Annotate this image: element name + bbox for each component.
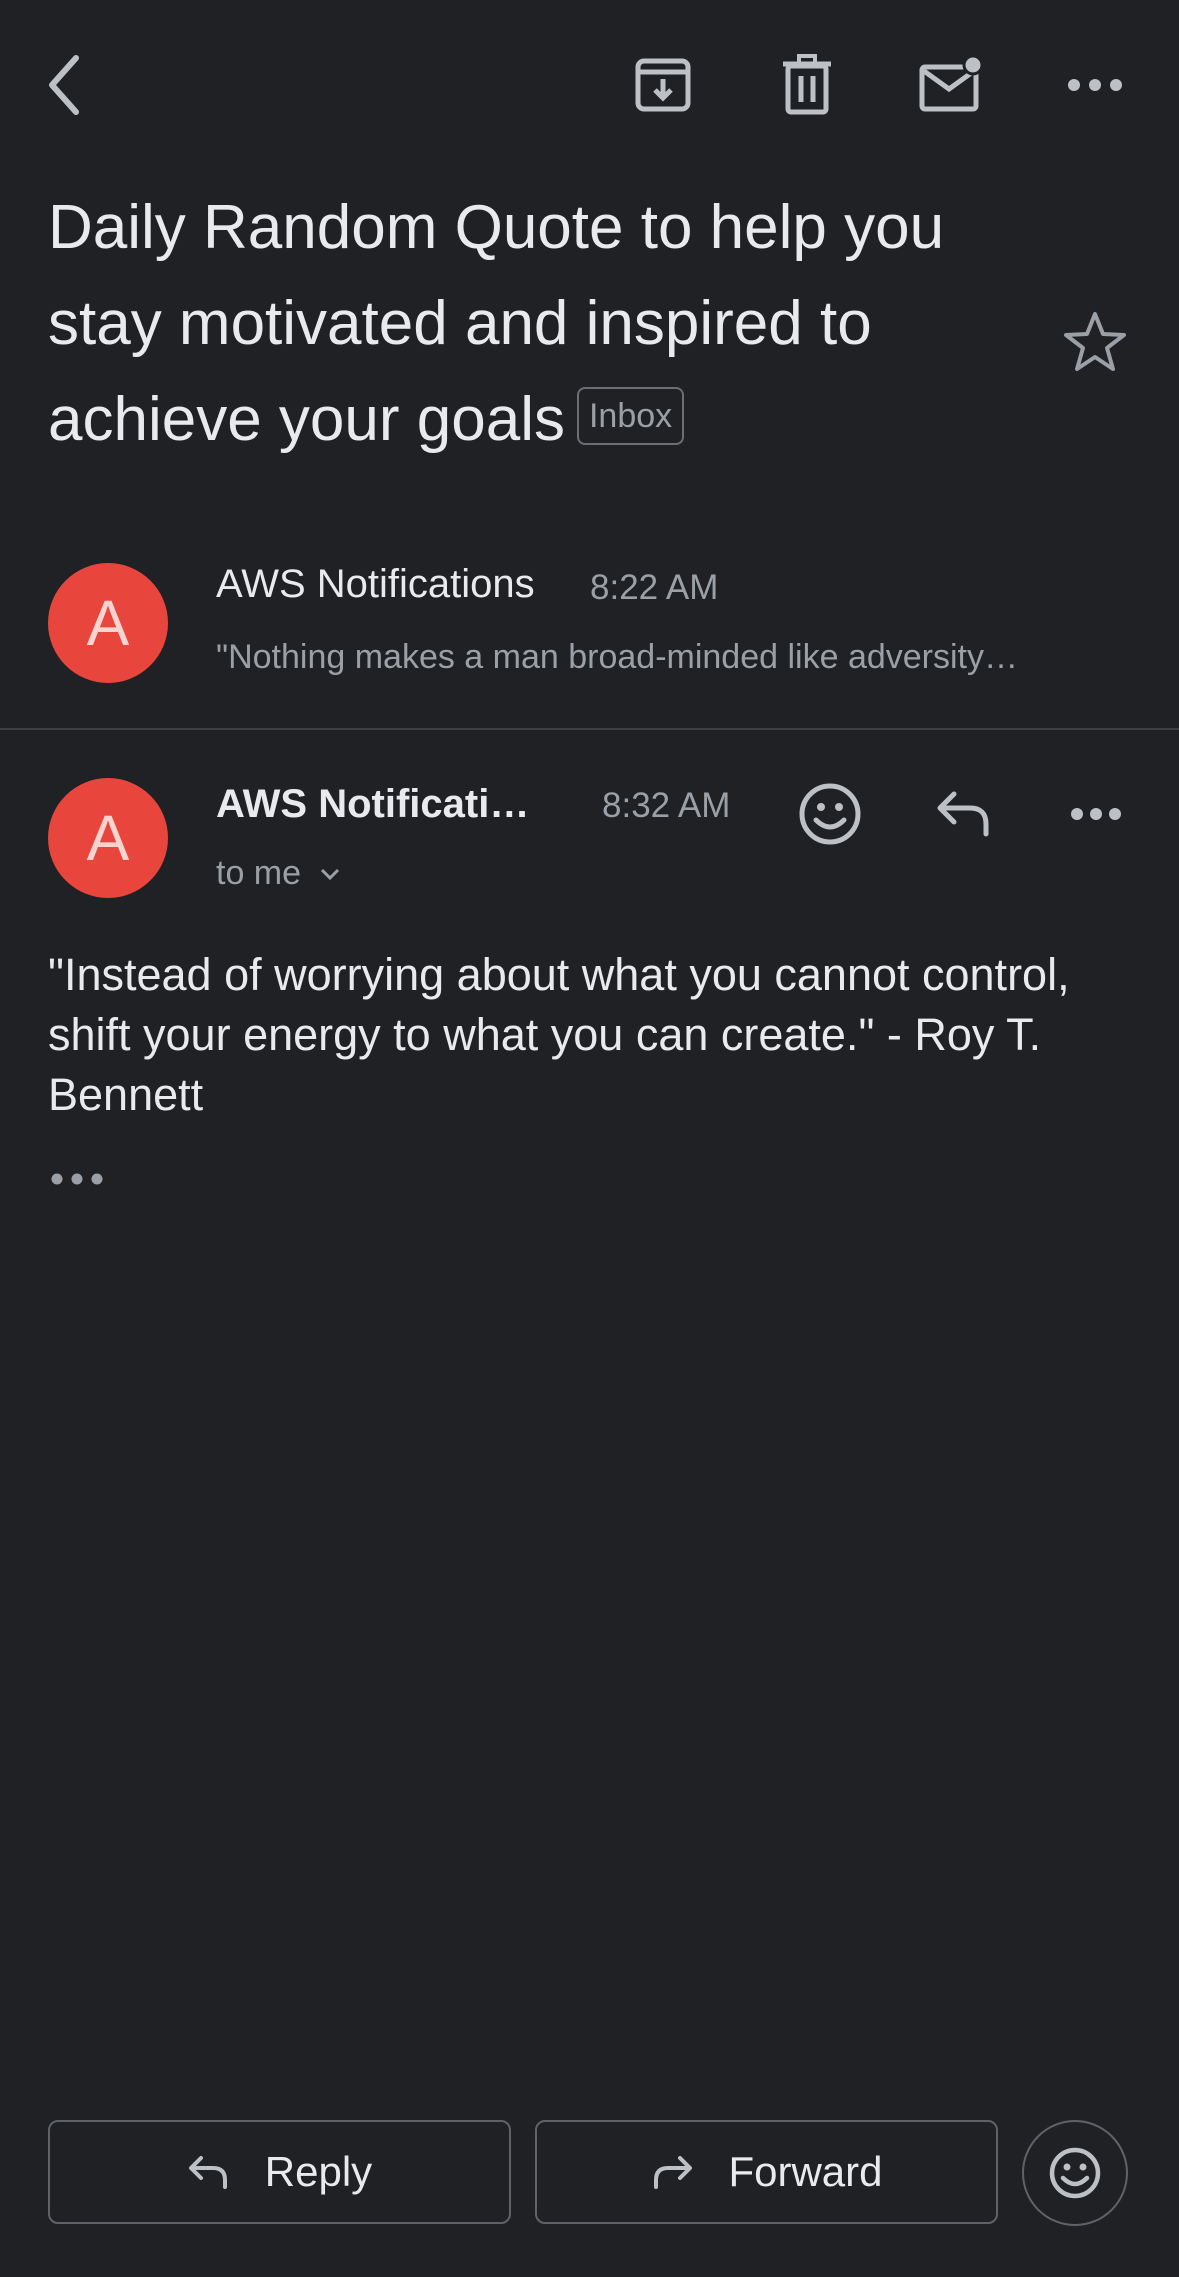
message-body: "Instead of worrying about what you cann… [48,949,1070,1120]
divider [0,728,1179,730]
forward-label: Forward [728,2148,883,2195]
reply-label: Reply [264,2148,373,2195]
archive-icon[interactable] [628,50,698,120]
recipient-toggle[interactable]: to me [216,854,341,893]
show-trimmed-content-icon[interactable] [50,1172,104,1186]
message-snippet: "Nothing makes a man broad-minded like a… [216,638,1018,676]
email-subject: Daily Random Quote to help you stay moti… [48,180,1048,468]
more-options-icon[interactable] [1060,50,1130,120]
sender-name: AWS Notificati… [216,782,530,826]
message-time: 8:22 AM [590,568,719,607]
mark-unread-icon[interactable] [916,50,986,120]
message-time: 8:32 AM [602,786,731,825]
recipient-text: to me [216,854,302,892]
subject-text: Daily Random Quote to help you stay moti… [48,193,945,454]
reply-icon [187,2154,231,2190]
emoji-icon [1048,2146,1102,2200]
star-icon[interactable] [1062,310,1128,374]
reply-icon[interactable] [934,788,994,838]
more-options-icon[interactable] [1070,807,1122,821]
forward-button[interactable]: Forward [535,2120,998,2224]
inbox-label-chip[interactable]: Inbox [576,386,685,445]
forward-icon [650,2154,694,2190]
trash-icon[interactable] [772,50,842,120]
emoji-reaction-icon[interactable] [798,782,862,846]
emoji-reaction-button[interactable] [1022,2120,1128,2226]
sender-name: AWS Notifications [216,562,535,606]
avatar[interactable]: A [48,563,168,683]
reply-button[interactable]: Reply [48,2120,511,2224]
avatar[interactable]: A [48,778,168,898]
chevron-down-icon [319,867,341,881]
back-arrow-icon[interactable] [30,50,100,120]
